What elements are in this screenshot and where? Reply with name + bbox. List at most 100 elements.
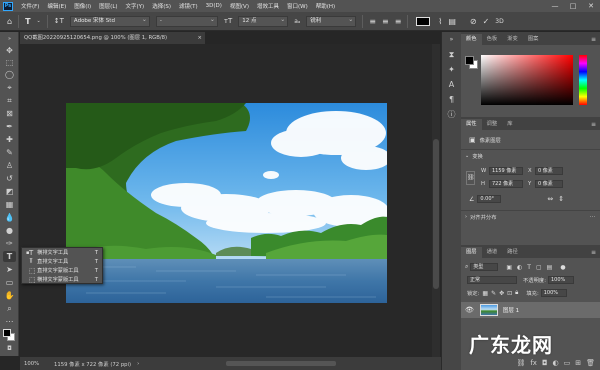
tab-swatches[interactable]: 色板 [482, 34, 503, 45]
vertical-scrollbar[interactable] [432, 44, 440, 357]
warp-text-icon[interactable]: ⌇ [435, 17, 445, 26]
x-input[interactable]: 0 像素 [535, 167, 563, 175]
pen-tool-icon[interactable]: ✑ [3, 238, 16, 249]
transform-section-header[interactable]: ⌄ 变换 [461, 151, 600, 161]
frame-tool-icon[interactable]: ⊠ [3, 108, 16, 119]
history-brush-tool-icon[interactable]: ↺ [3, 173, 16, 184]
font-family-select[interactable]: Adobe 宋体 Std [69, 15, 150, 27]
panel-menu-icon[interactable]: ≡ [591, 119, 600, 130]
hue-slider[interactable] [579, 55, 587, 105]
healing-brush-tool-icon[interactable]: ✚ [3, 134, 16, 145]
menu-filter[interactable]: 滤镜(T) [175, 2, 202, 10]
align-right-icon[interactable]: ≡ [392, 17, 405, 26]
font-size-select[interactable]: 12 点 [238, 15, 289, 27]
align-left-icon[interactable]: ≡ [366, 17, 379, 26]
menu-type[interactable]: 文字(Y) [122, 2, 149, 10]
text-tool-icon[interactable]: T [22, 17, 33, 26]
menu-help[interactable]: 帮助(H) [312, 2, 339, 10]
path-select-tool-icon[interactable]: ➤ [3, 264, 16, 275]
align-section-header[interactable]: › 对齐并分布 ⋯ [461, 212, 600, 222]
rectangle-tool-icon[interactable]: ▭ [3, 277, 16, 288]
filter-adjust-icon[interactable]: ◐ [517, 264, 522, 271]
3d-icon[interactable]: 3D [492, 18, 506, 25]
filter-pixel-icon[interactable]: ▣ [506, 264, 512, 271]
menu-select[interactable]: 选择(S) [148, 2, 175, 10]
menu-3d[interactable]: 3D(D) [202, 3, 226, 9]
dodge-tool-icon[interactable]: ● [3, 225, 16, 236]
tab-libraries[interactable]: 库 [502, 119, 517, 130]
flyout-item-vertical-type[interactable]: ⫪ 直排文字工具 T [22, 257, 102, 266]
menu-file[interactable]: 文件(F) [17, 2, 43, 10]
add-mask-icon[interactable]: ◘ [542, 359, 548, 367]
layer-name[interactable]: 图层 1 [503, 306, 519, 314]
new-layer-icon[interactable]: ⊞ [575, 359, 581, 367]
text-color-swatch[interactable] [416, 16, 431, 26]
align-center-icon[interactable]: ≡ [379, 17, 392, 26]
menu-layer[interactable]: 图层(L) [95, 2, 121, 10]
tab-patterns[interactable]: 图案 [523, 34, 544, 45]
panel-menu-icon[interactable]: ≡ [591, 247, 600, 258]
more-options-icon[interactable]: ⋯ [590, 214, 595, 220]
layer-row[interactable]: 👁︎ 图层 1 [461, 302, 600, 318]
flyout-item-horizontal-type[interactable]: ▪ T 横排文字工具 T [22, 248, 102, 257]
menu-edit[interactable]: 编辑(E) [43, 2, 70, 10]
tab-paths[interactable]: 路径 [502, 247, 523, 258]
zoom-tool-icon[interactable]: ⌕ [3, 303, 16, 314]
cancel-icon[interactable]: ⊘ [467, 17, 480, 26]
tab-channels[interactable]: 通道 [482, 247, 503, 258]
filter-type-icon[interactable]: T [527, 264, 531, 271]
tab-adjustments[interactable]: 调整 [482, 119, 503, 130]
filter-toggle-icon[interactable]: ● [560, 264, 565, 271]
blur-tool-icon[interactable]: 💧 [3, 212, 16, 223]
lock-all-icon[interactable]: 🔒︎ [515, 289, 518, 297]
info-icon[interactable]: ⓘ [442, 107, 461, 122]
tab-gradients[interactable]: 渐变 [502, 34, 523, 45]
character-panel-icon[interactable]: ▤ [445, 17, 459, 26]
tab-layers[interactable]: 图层 [461, 247, 482, 258]
tool-preset-chevron-icon[interactable]: ⌄ [34, 18, 44, 24]
fill-input[interactable]: 100% [540, 289, 567, 297]
eyedropper-tool-icon[interactable]: ✒ [3, 121, 16, 132]
flyout-item-vertical-type-mask[interactable]: ⬚ 直排文字蒙版工具 T [22, 266, 102, 275]
hand-tool-icon[interactable]: ✋ [3, 290, 16, 301]
quick-select-tool-icon[interactable]: ⌖ [3, 82, 16, 93]
opacity-input[interactable]: 100% [547, 276, 574, 284]
horizontal-scrollbar[interactable] [226, 361, 336, 366]
history-icon[interactable]: ⧗ [442, 47, 461, 62]
crop-tool-icon[interactable]: ⌗ [3, 95, 16, 106]
brush-tool-icon[interactable]: ✎ [3, 147, 16, 158]
status-arrow-icon[interactable]: › [137, 361, 139, 367]
delete-layer-icon[interactable]: 🗑︎ [586, 359, 595, 367]
color-picker-field[interactable] [481, 55, 573, 105]
tab-color[interactable]: 颜色 [461, 34, 482, 45]
blend-mode-select[interactable]: 正常 [467, 276, 517, 284]
paragraph-icon[interactable]: ¶ [442, 92, 461, 107]
marquee-tool-icon[interactable]: ⬚ [3, 57, 16, 68]
menu-image[interactable]: 图像(I) [70, 2, 95, 10]
brush-settings-icon[interactable]: ✦ [442, 62, 461, 77]
lock-position-icon[interactable]: ✥ [499, 290, 504, 297]
text-orientation-icon[interactable]: ↕T [51, 17, 67, 25]
menu-view[interactable]: 视图(V) [226, 2, 253, 10]
flyout-item-horizontal-type-mask[interactable]: ⬚ 横排文字蒙版工具 T [22, 275, 102, 284]
eye-icon[interactable]: 👁︎ [465, 306, 474, 314]
lock-pixels-icon[interactable]: ✎ [491, 290, 496, 297]
flip-horizontal-icon[interactable]: ⇔ [547, 195, 553, 203]
zoom-level[interactable]: 100% [24, 361, 48, 367]
document-tab[interactable]: QQ截图20220925120654.png @ 100% (图层 1, RGB… [20, 32, 205, 44]
width-input[interactable]: 1159 像素 [489, 167, 523, 175]
close-window-button[interactable]: ✕ [582, 0, 600, 12]
height-input[interactable]: 722 像素 [489, 180, 523, 188]
new-group-icon[interactable]: ▭ [564, 359, 571, 367]
lasso-tool-icon[interactable]: ◯ [3, 69, 16, 80]
type-tool-icon[interactable]: T [3, 251, 16, 262]
photoshop-logo-icon[interactable]: Ps [3, 1, 13, 11]
scrollbar-thumb[interactable] [433, 139, 439, 289]
character-icon[interactable]: A [442, 77, 461, 92]
link-layers-icon[interactable]: ⛓ [516, 359, 525, 367]
font-style-select[interactable]: - [155, 15, 218, 27]
adjustment-layer-icon[interactable]: ◐ [553, 359, 559, 367]
tab-properties[interactable]: 属性 [461, 119, 482, 130]
quick-mask-icon[interactable]: ◘ [3, 343, 16, 354]
minimize-button[interactable]: — [546, 0, 564, 12]
